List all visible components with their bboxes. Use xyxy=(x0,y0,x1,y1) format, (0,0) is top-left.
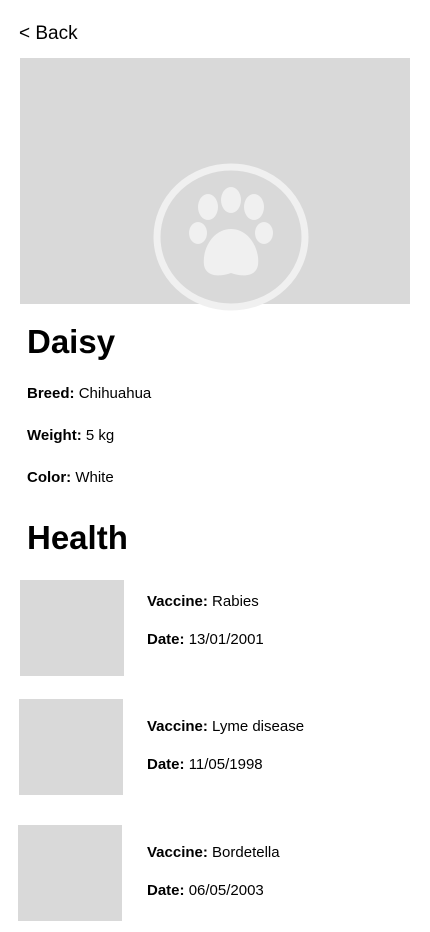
pet-name: Daisy xyxy=(27,323,116,360)
back-button[interactable]: < Back xyxy=(19,22,78,46)
vaccine-date: 06/05/2003 xyxy=(188,882,264,899)
vaccine-name: Bordetella xyxy=(212,844,280,861)
vaccine-label: Vaccine: xyxy=(147,718,208,735)
vaccine-name-row: Vaccine: Rabies xyxy=(147,592,259,612)
vaccine-thumbnail xyxy=(18,825,122,921)
vaccine-name-row: Vaccine: Lyme disease xyxy=(147,717,304,737)
date-label: Date: xyxy=(147,631,185,648)
paw-icon xyxy=(153,163,309,311)
vaccine-name-row: Vaccine: Bordetella xyxy=(147,843,280,863)
color-row: Color: White xyxy=(27,468,114,488)
vaccine-name: Lyme disease xyxy=(212,718,305,735)
vaccine-date: 11/05/1998 xyxy=(188,756,263,773)
vaccine-name: Rabies xyxy=(212,593,259,610)
breed-label: Breed: xyxy=(27,385,75,402)
date-label: Date: xyxy=(147,882,185,899)
weight-label: Weight: xyxy=(27,427,82,444)
weight-row: Weight: 5 kg xyxy=(27,426,114,446)
vaccine-date-row: Date: 06/05/2003 xyxy=(147,881,264,901)
date-label: Date: xyxy=(147,756,185,773)
vaccine-label: Vaccine: xyxy=(147,593,208,610)
breed-value: Chihuahua xyxy=(78,385,152,402)
vaccine-date-row: Date: 13/01/2001 xyxy=(147,630,264,650)
color-value: White xyxy=(75,469,114,486)
vaccine-label: Vaccine: xyxy=(147,844,208,861)
vaccine-date: 13/01/2001 xyxy=(188,631,264,648)
breed-row: Breed: Chihuahua xyxy=(27,384,151,404)
vaccine-thumbnail xyxy=(19,699,123,795)
vaccine-date-row: Date: 11/05/1998 xyxy=(147,755,263,775)
weight-value: 5 kg xyxy=(85,427,115,444)
color-label: Color: xyxy=(27,469,72,486)
pet-photo xyxy=(20,58,410,311)
vaccine-thumbnail xyxy=(20,580,124,676)
health-title: Health xyxy=(27,519,128,556)
